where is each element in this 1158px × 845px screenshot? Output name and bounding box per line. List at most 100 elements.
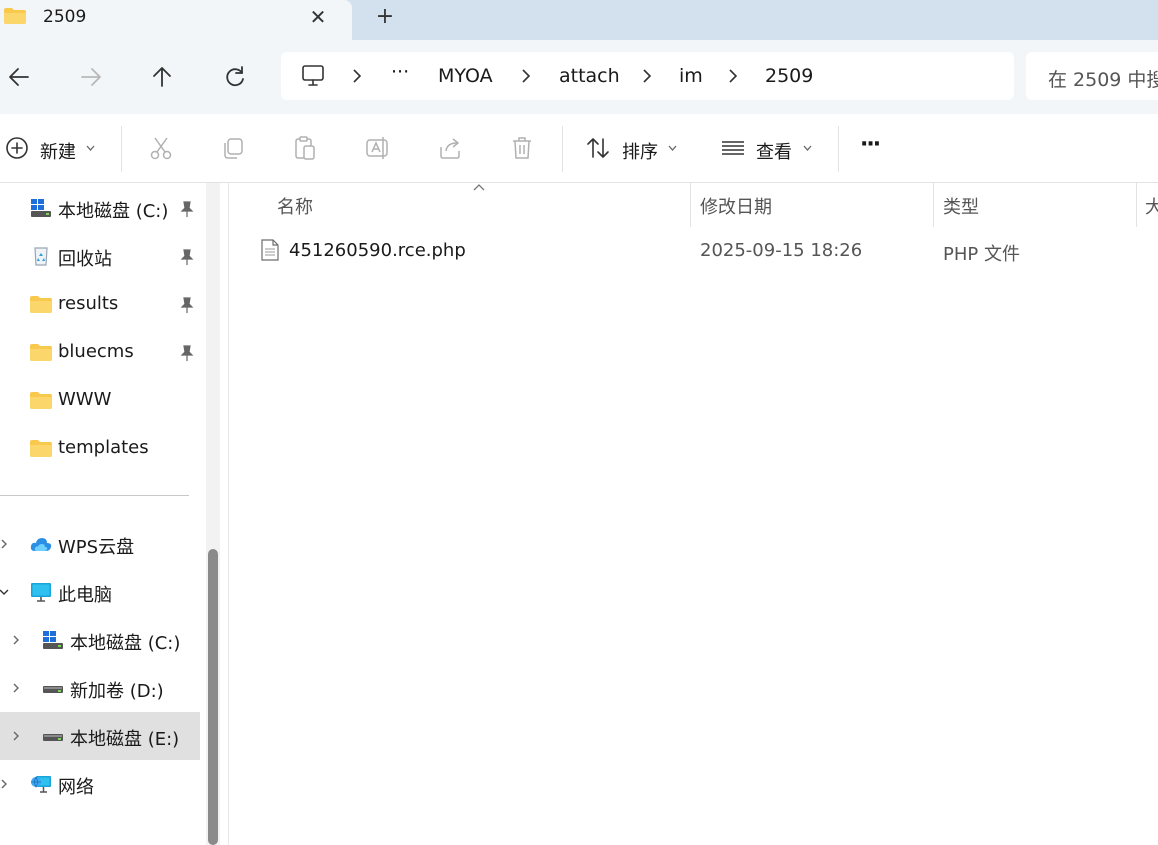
breadcrumb-2509[interactable]: 2509 [765, 65, 813, 87]
column-header-type[interactable]: 类型 [943, 193, 979, 219]
address-bar[interactable]: ··· MYOA attach im 2509 [281, 52, 1014, 100]
pin-icon[interactable] [178, 344, 196, 362]
back-arrow-icon[interactable] [6, 64, 32, 90]
tab-2509[interactable]: 2509 ✕ [0, 0, 352, 40]
pin-icon[interactable] [178, 248, 196, 266]
sidebar-item-templates[interactable]: templates [0, 424, 200, 472]
cloud-icon [30, 538, 52, 551]
sidebar-item-label: 新加卷 (D:) [70, 681, 164, 702]
folder-icon [30, 440, 52, 457]
command-bar: 新建 排序 查看 ··· [0, 114, 1158, 183]
sidebar-item-label: results [58, 293, 119, 314]
sort-ascending-icon [473, 184, 485, 191]
chevron-down-icon[interactable] [0, 586, 10, 598]
plus-circle-icon [6, 137, 28, 159]
chevron-right-icon[interactable] [352, 68, 362, 84]
chevron-right-icon[interactable] [0, 538, 10, 550]
sidebar-item-label: 本地磁盘 (C:) [58, 201, 169, 222]
sidebar-item-label: 本地磁盘 (C:) [70, 633, 181, 654]
file-row[interactable]: 451260590.rce.php 2025-09-15 18:26 PHP 文… [229, 231, 1158, 271]
folder-icon [30, 296, 52, 313]
sidebar-scrollbar-thumb[interactable] [208, 549, 218, 845]
document-icon [261, 239, 279, 261]
pin-icon[interactable] [178, 200, 196, 218]
breadcrumb-overflow[interactable]: ··· [391, 61, 409, 83]
cut-icon[interactable] [148, 135, 174, 161]
sidebar-item-results[interactable]: results [0, 280, 200, 328]
sidebar-item-label: 回收站 [58, 249, 112, 270]
sidebar-item-label: templates [58, 437, 149, 458]
breadcrumb-myoa[interactable]: MYOA [438, 65, 493, 87]
folder-icon [4, 8, 26, 24]
file-list: 名称 修改日期 类型 大 451260590.rce.php 2025-09-1… [229, 183, 1158, 845]
pin-icon[interactable] [178, 296, 196, 314]
paste-icon[interactable] [292, 135, 318, 161]
copy-icon[interactable] [220, 135, 246, 161]
chevron-right-icon[interactable] [0, 778, 10, 790]
sidebar-item-label: bluecms [58, 341, 134, 362]
navigation-bar: ··· MYOA attach im 2509 在 2509 中搜 [0, 40, 1158, 114]
chevron-right-icon[interactable] [642, 68, 652, 84]
delete-icon[interactable] [509, 135, 535, 161]
breadcrumb-im[interactable]: im [679, 65, 703, 87]
share-icon[interactable] [437, 135, 463, 161]
sidebar-item-label: 此电脑 [58, 585, 112, 606]
forward-arrow-icon[interactable] [78, 64, 104, 90]
toolbar-divider [121, 126, 122, 172]
column-separator[interactable] [933, 183, 934, 227]
sidebar-item-recycle-bin[interactable]: 回收站 [0, 232, 200, 280]
search-placeholder: 在 2509 中搜 [1048, 69, 1158, 91]
chevron-right-icon[interactable] [10, 730, 22, 742]
file-modified: 2025-09-15 18:26 [700, 240, 863, 261]
refresh-icon[interactable] [222, 64, 248, 90]
chevron-down-icon [668, 145, 677, 151]
windows-drive-icon [43, 631, 63, 649]
column-header-name[interactable]: 名称 [277, 193, 313, 219]
sidebar-item-local-disk-c[interactable]: 本地磁盘 (C:) [0, 184, 200, 232]
drive-icon [43, 734, 63, 741]
chevron-right-icon[interactable] [10, 682, 22, 694]
sidebar-item-volume-d[interactable]: 新加卷 (D:) [0, 664, 200, 712]
folder-icon [30, 392, 52, 409]
chevron-right-icon[interactable] [10, 634, 22, 646]
sidebar-item-wps-cloud[interactable]: WPS云盘 [0, 520, 200, 568]
chevron-down-icon [803, 145, 812, 151]
toolbar-divider [562, 126, 563, 172]
sidebar-item-label: WPS云盘 [58, 537, 135, 558]
sidebar-item-label: 本地磁盘 (E:) [70, 729, 180, 750]
tab-bar: 2509 ✕ + [0, 0, 1158, 40]
file-name: 451260590.rce.php [289, 240, 466, 261]
navigation-pane: 本地磁盘 (C:) 回收站 results bluecms WWW templa… [0, 183, 228, 845]
search-input[interactable]: 在 2509 中搜 [1026, 52, 1158, 100]
monitor-icon [31, 583, 51, 602]
sort-label: 排序 [622, 142, 658, 163]
more-options-button[interactable]: ··· [860, 132, 881, 157]
sidebar-item-www[interactable]: WWW [0, 376, 200, 424]
sidebar-item-label: 网络 [58, 777, 94, 798]
column-header-size[interactable]: 大 [1145, 193, 1158, 219]
file-type: PHP 文件 [943, 244, 1020, 265]
column-header-modified[interactable]: 修改日期 [700, 193, 772, 219]
folder-icon [30, 344, 52, 361]
sort-icon [587, 138, 609, 158]
toolbar-divider [838, 126, 839, 172]
new-label: 新建 [40, 142, 76, 163]
rename-icon[interactable] [364, 135, 390, 161]
sidebar-item-label: WWW [58, 389, 112, 410]
network-icon [31, 776, 51, 793]
this-pc-icon [302, 65, 324, 86]
new-tab-button[interactable]: + [372, 4, 398, 30]
close-tab-button[interactable]: ✕ [305, 4, 331, 30]
sidebar-item-local-disk-c-tree[interactable]: 本地磁盘 (C:) [0, 616, 200, 664]
column-separator[interactable] [1136, 183, 1137, 227]
chevron-right-icon[interactable] [728, 68, 738, 84]
tab-title: 2509 [43, 7, 87, 27]
up-arrow-icon[interactable] [149, 64, 175, 90]
column-separator[interactable] [690, 183, 691, 227]
sidebar-item-local-disk-e[interactable]: 本地磁盘 (E:) [0, 712, 200, 760]
breadcrumb-attach[interactable]: attach [559, 65, 620, 87]
sidebar-item-this-pc[interactable]: 此电脑 [0, 568, 200, 616]
sidebar-item-bluecms[interactable]: bluecms [0, 328, 200, 376]
chevron-right-icon[interactable] [521, 68, 531, 84]
sidebar-item-network[interactable]: 网络 [0, 760, 200, 808]
